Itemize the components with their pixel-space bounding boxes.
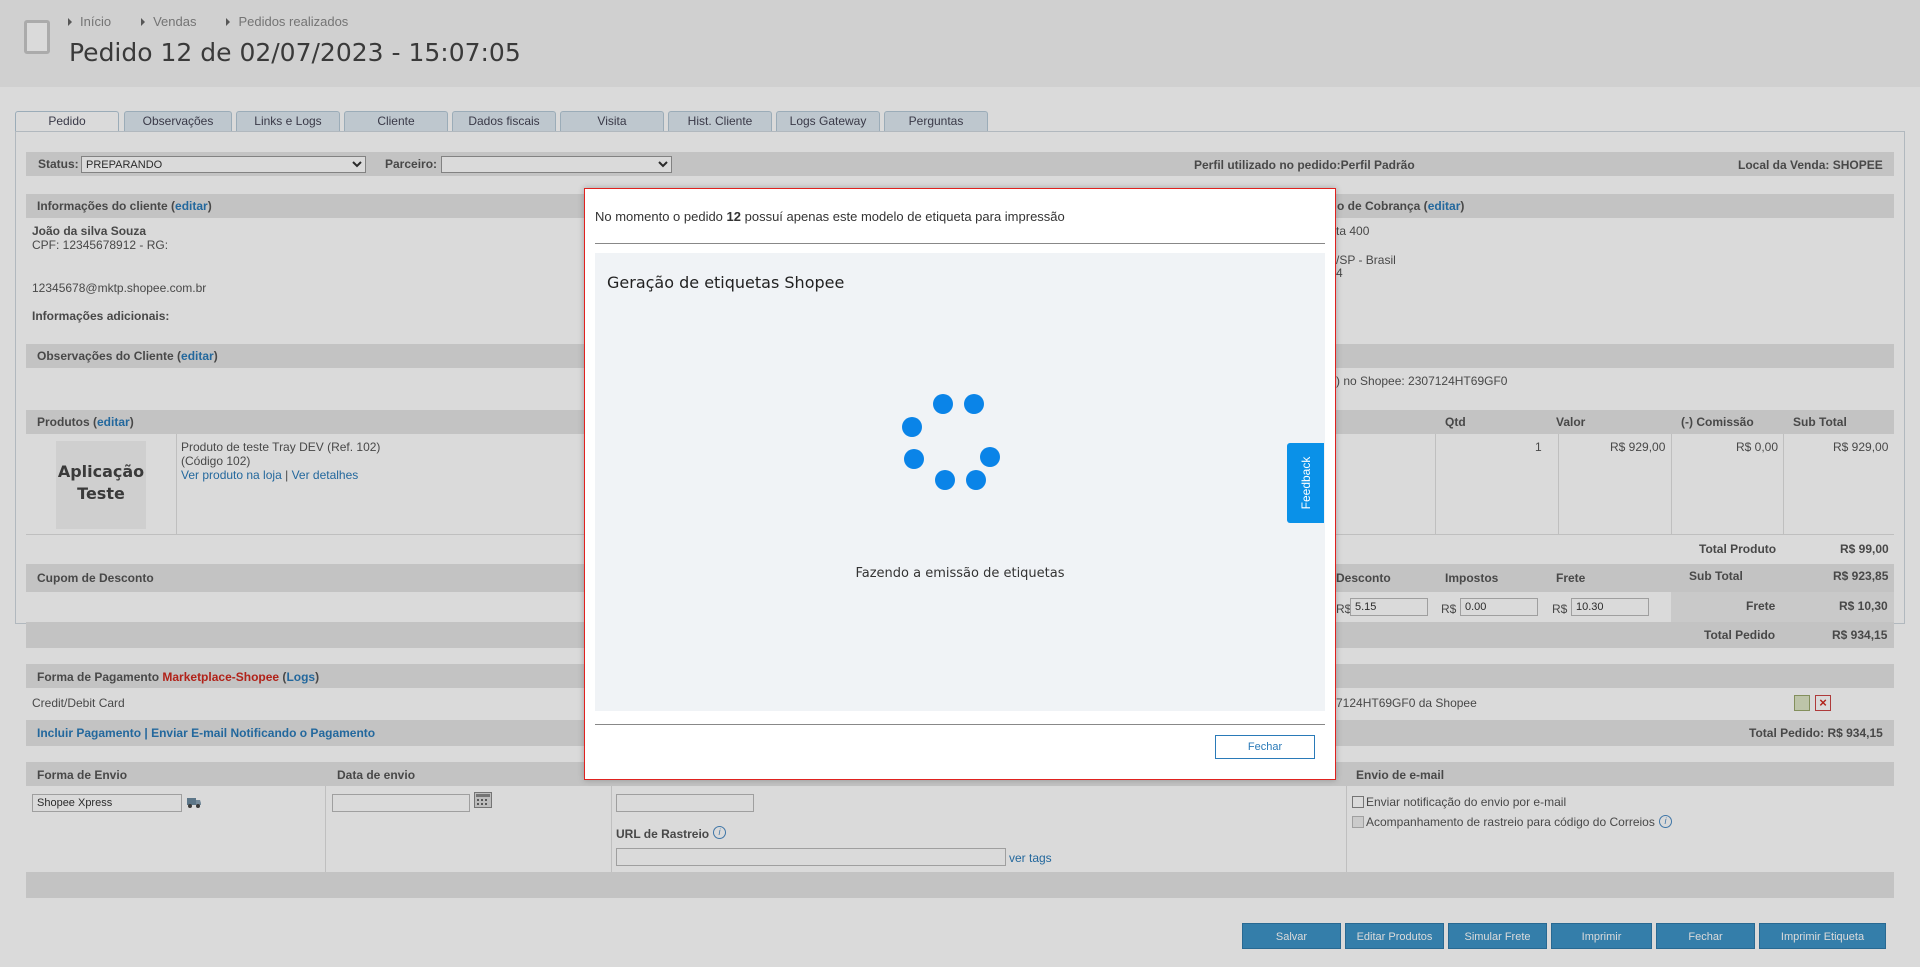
modal-message: No momento o pedido 12 possuí apenas est… [595, 209, 1065, 224]
msg-text: possuí apenas este modelo de etiqueta pa… [741, 209, 1065, 224]
modal-close-button[interactable]: Fechar [1215, 735, 1315, 759]
divider [595, 724, 1325, 725]
spinner-dot [935, 470, 955, 490]
feedback-label: Feedback [1298, 456, 1313, 510]
msg-text: No momento o pedido [595, 209, 727, 224]
etiqueta-modal: No momento o pedido 12 possuí apenas est… [584, 188, 1336, 780]
spinner-dot [904, 449, 924, 469]
shopee-label-frame: Geração de etiquetas Shopee Fazendo a em… [595, 253, 1325, 711]
spinner-dot [933, 394, 953, 414]
order-number: 12 [726, 209, 741, 224]
spinner-dot [902, 417, 922, 437]
spinner-dot [980, 447, 1000, 467]
spinner-dot [966, 470, 986, 490]
spinner-dot [964, 394, 984, 414]
loading-text: Fazendo a emissão de etiquetas [855, 566, 1065, 581]
shopee-label-title: Geração de etiquetas Shopee [607, 273, 845, 292]
divider [595, 243, 1325, 244]
feedback-tab[interactable]: Feedback [1287, 443, 1324, 523]
